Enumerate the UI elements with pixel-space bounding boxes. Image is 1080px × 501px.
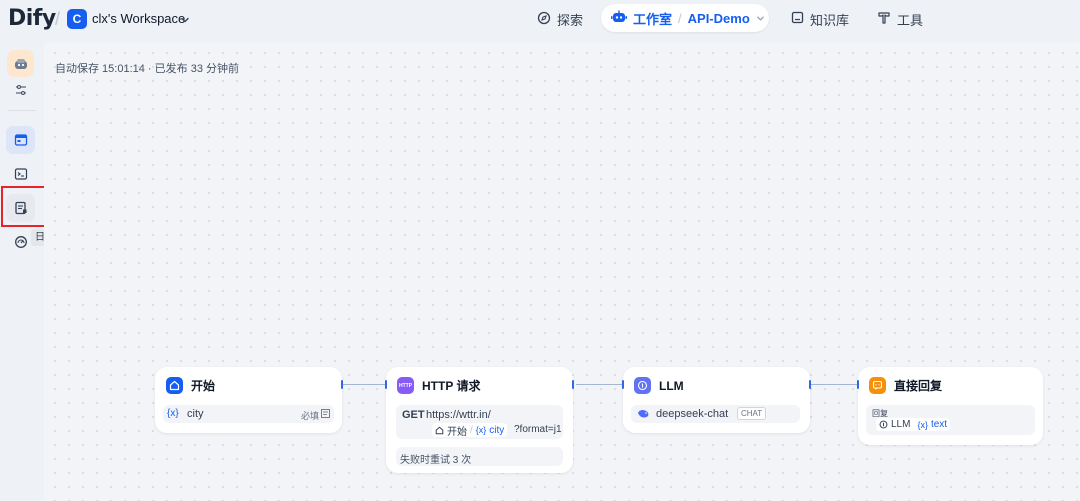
compass-icon (537, 11, 551, 28)
deepseek-whale-icon (637, 408, 650, 422)
breadcrumb-slash: / (55, 9, 61, 29)
start-output-handle[interactable] (341, 380, 343, 389)
nav-separator: / (678, 10, 682, 26)
http-icon: HTTP (397, 377, 414, 394)
highlight-box (1, 186, 47, 227)
start-variable-name: city (187, 408, 204, 420)
http-output-handle[interactable] (572, 380, 574, 389)
node-http-header: HTTP HTTP 请求 (397, 377, 480, 394)
http-ref-sep: / (470, 424, 473, 436)
edge-http-llm[interactable] (576, 384, 623, 385)
hammer-icon (877, 11, 891, 28)
api-console-icon[interactable] (10, 163, 32, 185)
answer-input-handle[interactable] (857, 380, 859, 389)
overview-icon[interactable] (10, 129, 32, 151)
nav-knowledge-label: 知识库 (810, 12, 850, 28)
book-icon (791, 11, 804, 27)
variable-icon: {x} (475, 425, 487, 435)
http-url-variable: 开始 / {x} city (432, 423, 508, 438)
chevron-down-icon[interactable] (180, 12, 190, 30)
nav-studio-label: 工作室 (633, 11, 673, 27)
node-answer-header: 直接回复 (869, 377, 942, 394)
http-input-handle[interactable] (385, 380, 387, 389)
variable-icon: {x} (917, 419, 928, 430)
llm-icon (879, 420, 888, 429)
message-icon (869, 377, 886, 394)
chevron-down-icon[interactable] (756, 11, 765, 26)
llm-model-row[interactable]: deepseek-chat CHAT (631, 405, 800, 423)
http-retry-label: 失败时重试 3 次 (400, 455, 472, 466)
left-sidebar (0, 42, 44, 501)
node-start-title: 开始 (191, 379, 216, 393)
autosave-status: 自动保存 15:01:14 · 已发布 33 分钟前 (55, 63, 239, 75)
llm-model-name: deepseek-chat (656, 408, 729, 420)
nav-tools-label: 工具 (897, 12, 924, 28)
http-method: GET (402, 409, 425, 421)
nav-studio[interactable]: 工作室 / API-Demo (601, 4, 769, 32)
home-icon (435, 426, 444, 434)
llm-icon (634, 377, 651, 394)
top-bar: Dify / C clx's Workspace 探索 工作室 / API-De… (0, 0, 1080, 42)
monitoring-icon[interactable] (10, 231, 32, 253)
http-ref-var: city (489, 424, 505, 436)
http-url-row[interactable]: GET https://wttr.in/ 开始 / {x} city ?form… (396, 405, 563, 439)
llm-mode-badge: CHAT (737, 407, 767, 420)
http-url: https://wttr.in/ (426, 409, 491, 421)
node-llm-header: LLM (634, 377, 684, 394)
node-llm-title: LLM (659, 378, 684, 393)
node-answer[interactable]: 直接回复 回复 LLM {x} text (858, 367, 1043, 445)
text-input-icon (321, 409, 330, 421)
start-variable-row[interactable]: {x} city 必填 (163, 405, 334, 423)
nav-explore[interactable]: 探索 (537, 10, 583, 28)
edge-llm-answer[interactable] (810, 384, 858, 385)
node-answer-title: 直接回复 (894, 379, 943, 393)
app-icon[interactable] (7, 50, 34, 77)
http-url-suffix: ?format=j1 (514, 424, 562, 435)
sidebar-divider (8, 110, 36, 111)
current-app-name[interactable]: API-Demo (688, 11, 750, 26)
answer-ref-node: LLM (891, 419, 911, 430)
home-icon (166, 377, 183, 394)
nav-explore-label: 探索 (557, 12, 584, 28)
node-start[interactable]: 开始 {x} city 必填 (155, 367, 342, 433)
robot-icon (611, 10, 627, 27)
http-ref-node: 开始 (447, 426, 467, 438)
workspace-name[interactable]: clx's Workspace (92, 11, 185, 26)
answer-variable: LLM {x} text (876, 418, 951, 431)
variable-icon: {x} (167, 408, 179, 419)
node-http-title: HTTP 请求 (422, 379, 481, 393)
answer-ref-var: text (930, 419, 948, 430)
node-llm[interactable]: LLM deepseek-chat CHAT (623, 367, 810, 433)
dify-logo[interactable]: Dify (8, 6, 56, 31)
node-http-request[interactable]: HTTP HTTP 请求 GET https://wttr.in/ 开始 / {… (386, 367, 573, 473)
nav-knowledge[interactable]: 知识库 (791, 10, 849, 28)
answer-content-row[interactable]: 回复 LLM {x} text (866, 405, 1035, 435)
config-icon[interactable] (10, 79, 32, 101)
edge-start-http[interactable] (343, 384, 386, 385)
llm-input-handle[interactable] (622, 380, 624, 389)
required-label: 必填 (301, 411, 320, 421)
http-retry-row: 失败时重试 3 次 (396, 447, 563, 466)
node-start-header: 开始 (166, 377, 215, 394)
nav-tools[interactable]: 工具 (877, 10, 923, 28)
llm-output-handle[interactable] (809, 380, 811, 389)
workspace-badge[interactable]: C (67, 9, 87, 29)
